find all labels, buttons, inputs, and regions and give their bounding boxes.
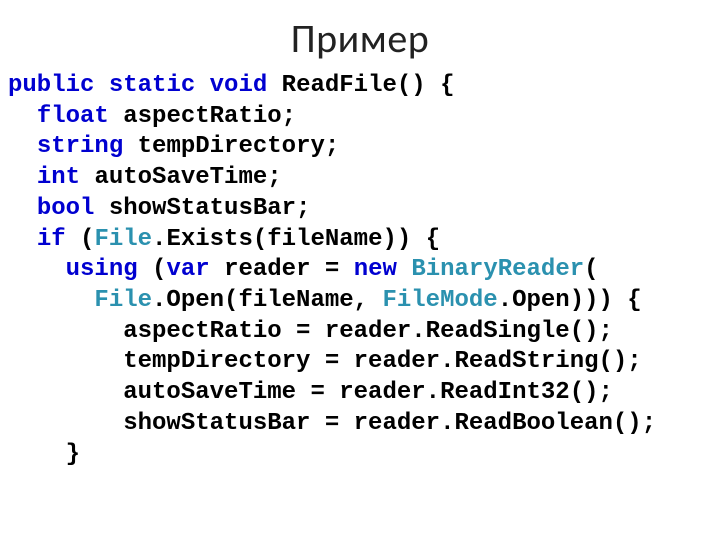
line10: tempDirectory = reader.ReadString();	[123, 348, 641, 375]
method-name: ReadFile() {	[282, 72, 455, 99]
line13: }	[66, 441, 80, 468]
kw-bool: bool	[37, 195, 95, 222]
kw-var: var	[166, 256, 209, 283]
txt-l6a: (	[80, 226, 94, 253]
var-aspectRatio: aspectRatio;	[123, 103, 296, 130]
kw-using: using	[66, 256, 138, 283]
txt-l8b: .Open))) {	[498, 287, 642, 314]
type-binaryreader: BinaryReader	[411, 256, 584, 283]
var-tempDirectory: tempDirectory;	[138, 133, 340, 160]
kw-public: public	[8, 72, 94, 99]
kw-new: new	[354, 256, 397, 283]
txt-l6b: .Exists(fileName)) {	[152, 226, 440, 253]
var-showStatusBar: showStatusBar;	[109, 195, 311, 222]
kw-string: string	[37, 133, 123, 160]
code-block: public static void ReadFile() { float as…	[0, 71, 720, 470]
type-filemode: FileMode	[382, 287, 497, 314]
txt-l8a: .Open(fileName,	[152, 287, 382, 314]
kw-int: int	[37, 164, 80, 191]
kw-if: if	[37, 226, 66, 253]
line12: showStatusBar = reader.ReadBoolean();	[123, 410, 656, 437]
type-file2: File	[94, 287, 152, 314]
txt-l7b: reader =	[224, 256, 339, 283]
txt-l7a: (	[152, 256, 166, 283]
slide-title: Пример	[0, 0, 720, 71]
kw-static: static	[109, 72, 195, 99]
type-file: File	[94, 226, 152, 253]
line9: aspectRatio = reader.ReadSingle();	[123, 318, 613, 345]
txt-l7c: (	[584, 256, 598, 283]
kw-float: float	[37, 103, 109, 130]
kw-void: void	[210, 72, 268, 99]
var-autoSaveTime: autoSaveTime;	[94, 164, 281, 191]
line11: autoSaveTime = reader.ReadInt32();	[123, 379, 613, 406]
